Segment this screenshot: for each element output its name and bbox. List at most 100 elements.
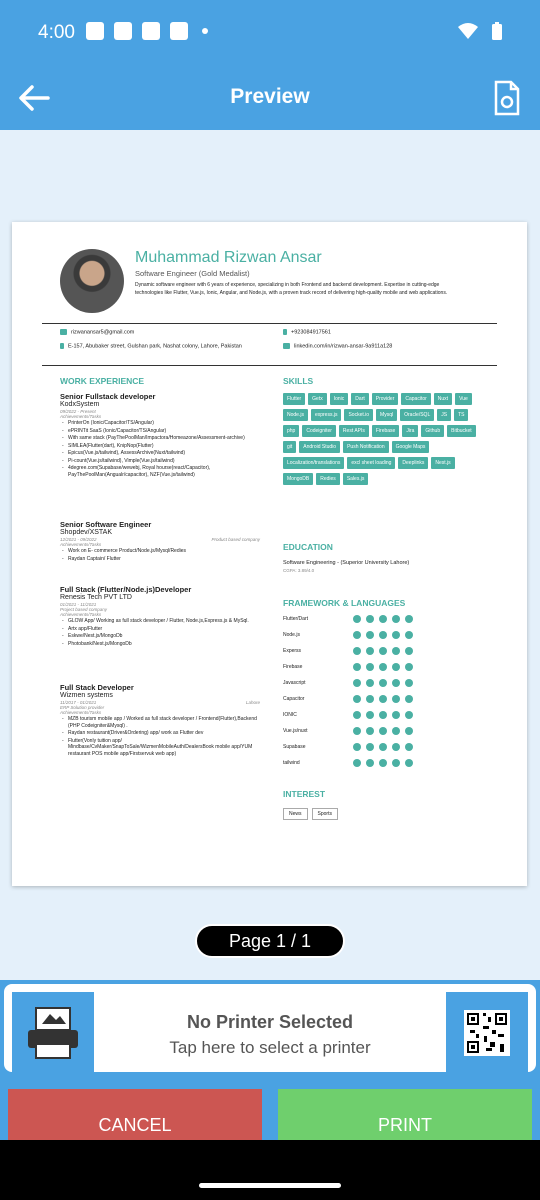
interest-heading: INTEREST: [283, 789, 326, 799]
wifi-icon: [458, 23, 478, 39]
skill-level-dot: [366, 615, 374, 623]
list-item: Eskwe/Nest.js/MongoDb: [60, 633, 260, 640]
skill-level-dot: [353, 679, 361, 687]
printer-hint: Tap here to select a printer: [169, 1038, 371, 1057]
skill-chip: Flutter: [283, 393, 306, 405]
skill-level-dot: [392, 711, 400, 719]
skill-chip: Push Notification: [343, 441, 389, 453]
framework-name: Firebase: [283, 664, 303, 670]
skill-level-dot: [392, 695, 400, 703]
skill-level-dot: [392, 679, 400, 687]
job-company: Wizmen systems: [60, 692, 113, 699]
job-subtitle: Achievements/Tasks: [60, 612, 102, 617]
skill-level-dot: [405, 711, 413, 719]
skill-chip: Getx: [308, 393, 327, 405]
skill-level-dot: [366, 743, 374, 751]
skill-level-dot: [392, 727, 400, 735]
list-item: Pi-count(Vue.js/tailwind), Vimple(Vue.js…: [60, 458, 260, 465]
skill-level-dot: [379, 695, 387, 703]
skill-level-dot: [353, 647, 361, 655]
system-icons: [458, 22, 502, 40]
skill-level-dot: [379, 711, 387, 719]
job-title: Senior Fullstack developer: [60, 392, 156, 401]
skill-chip: excl sheet loading: [347, 457, 396, 469]
skill-level-dot: [392, 631, 400, 639]
location-icon: [60, 343, 64, 349]
skill-chip: Dart: [351, 393, 369, 405]
list-item: PrinterOn (Ionic/Capacitor/TS/Angular): [60, 420, 260, 427]
skill-level-dot: [366, 679, 374, 687]
resume-title: Software Engineer (Gold Medalist): [135, 269, 250, 278]
avatar: [60, 249, 124, 313]
app-bar: Preview: [0, 64, 540, 130]
job-date-text: 12/2021 - 09/2022: [60, 537, 97, 542]
skill-level-dot: [353, 631, 361, 639]
skill-level-dot: [392, 759, 400, 767]
divider: [42, 323, 497, 324]
skills-list: Flutter Getx Ionic Dart Provider Capacitor Nux…: [283, 393, 483, 485]
skill-level-dots: [353, 695, 413, 703]
skill-chip: Vue: [455, 393, 472, 405]
skill-level-dot: [366, 759, 374, 767]
skill-chip: Nest.js: [431, 457, 455, 469]
skill-level-dot: [353, 759, 361, 767]
page-indicator: Page 1 / 1: [195, 924, 345, 958]
education-cgpa: CGPA: 3.89/4.0: [283, 568, 315, 573]
document-settings-icon[interactable]: [486, 78, 526, 118]
skill-chip: Android Studio: [299, 441, 341, 453]
qr-scan-button[interactable]: [446, 992, 528, 1074]
interest-tag: Sports: [311, 808, 338, 820]
contact-linkedin: linkedin.com/in/rizwan-ansar-9a911a128: [283, 343, 392, 351]
job-location: Product based company: [211, 537, 260, 542]
skill-chip: express.js: [310, 409, 342, 421]
work-experience-heading: WORK EXPERIENCE: [60, 376, 145, 386]
skill-level-dots: [353, 631, 413, 639]
skill-level-dots: [353, 647, 413, 655]
skill-level-dots: [353, 679, 413, 687]
list-item: SIMLEA(Flutter(dart), KnipNop(Flutter): [60, 443, 260, 450]
skill-level-dots: [353, 743, 413, 751]
job-tasks: MZB tourism mobile app / Worked as full …: [60, 716, 260, 757]
framework-row: Experss: [283, 646, 483, 658]
skill-level-dot: [379, 615, 387, 623]
list-item: Work on E- commerce Product/Node.js/Mysq…: [60, 548, 260, 555]
skill-chip: Socket.io: [344, 409, 374, 421]
skill-chip: Deeplinks: [398, 457, 429, 469]
skill-level-dot: [366, 631, 374, 639]
skill-level-dot: [392, 663, 400, 671]
job-entry: Full Stack (Flutter/Node.js)Developer Re…: [60, 585, 260, 647]
job-location: Lahore: [245, 700, 260, 705]
framework-row: Supabase: [283, 742, 483, 754]
printer-select-card[interactable]: No Printer Selected Tap here to select a…: [4, 984, 536, 1074]
resume-summary: Dynamic software engineer with 6 years o…: [135, 282, 448, 296]
skill-chip: php: [283, 425, 300, 437]
skill-level-dots: [353, 727, 413, 735]
printer-icon: [28, 1007, 78, 1059]
list-item: Raydan Captain/ Flutter: [60, 556, 260, 563]
skill-chip: Sales.js: [342, 473, 369, 485]
framework-name: Flutter/Dart: [283, 616, 309, 622]
skill-level-dot: [366, 647, 374, 655]
skill-chip: Jira: [402, 425, 419, 437]
printer-icon-button[interactable]: [12, 992, 94, 1074]
framework-row: Javascript: [283, 678, 483, 690]
printer-bar: No Printer Selected Tap here to select a…: [0, 980, 540, 1076]
skill-level-dot: [405, 727, 413, 735]
skill-level-dot: [379, 727, 387, 735]
framework-name: IONIC: [283, 712, 297, 718]
job-entry: Full Stack Developer Wizmen systems 11/2…: [60, 683, 260, 757]
notification-icons: [86, 22, 208, 40]
skill-chip: Redies: [316, 473, 340, 485]
job-entry: Senior Software Engineer Shopdev/XSTAK 1…: [60, 520, 260, 562]
skill-level-dot: [379, 743, 387, 751]
job-entry: Senior Fullstack developer KodxSystem 09…: [60, 392, 260, 478]
framework-name: Javascript: [283, 680, 306, 686]
home-gesture-handle[interactable]: [199, 1183, 341, 1188]
skill-level-dot: [366, 727, 374, 735]
framework-heading: FRAMEWORK & LANGUAGES: [283, 598, 406, 608]
skill-level-dot: [353, 743, 361, 751]
skill-chip: Mysql: [376, 409, 398, 421]
divider: [42, 365, 497, 366]
skills-heading: SKILLS: [283, 376, 314, 386]
job-title: Full Stack Developer: [60, 683, 134, 692]
